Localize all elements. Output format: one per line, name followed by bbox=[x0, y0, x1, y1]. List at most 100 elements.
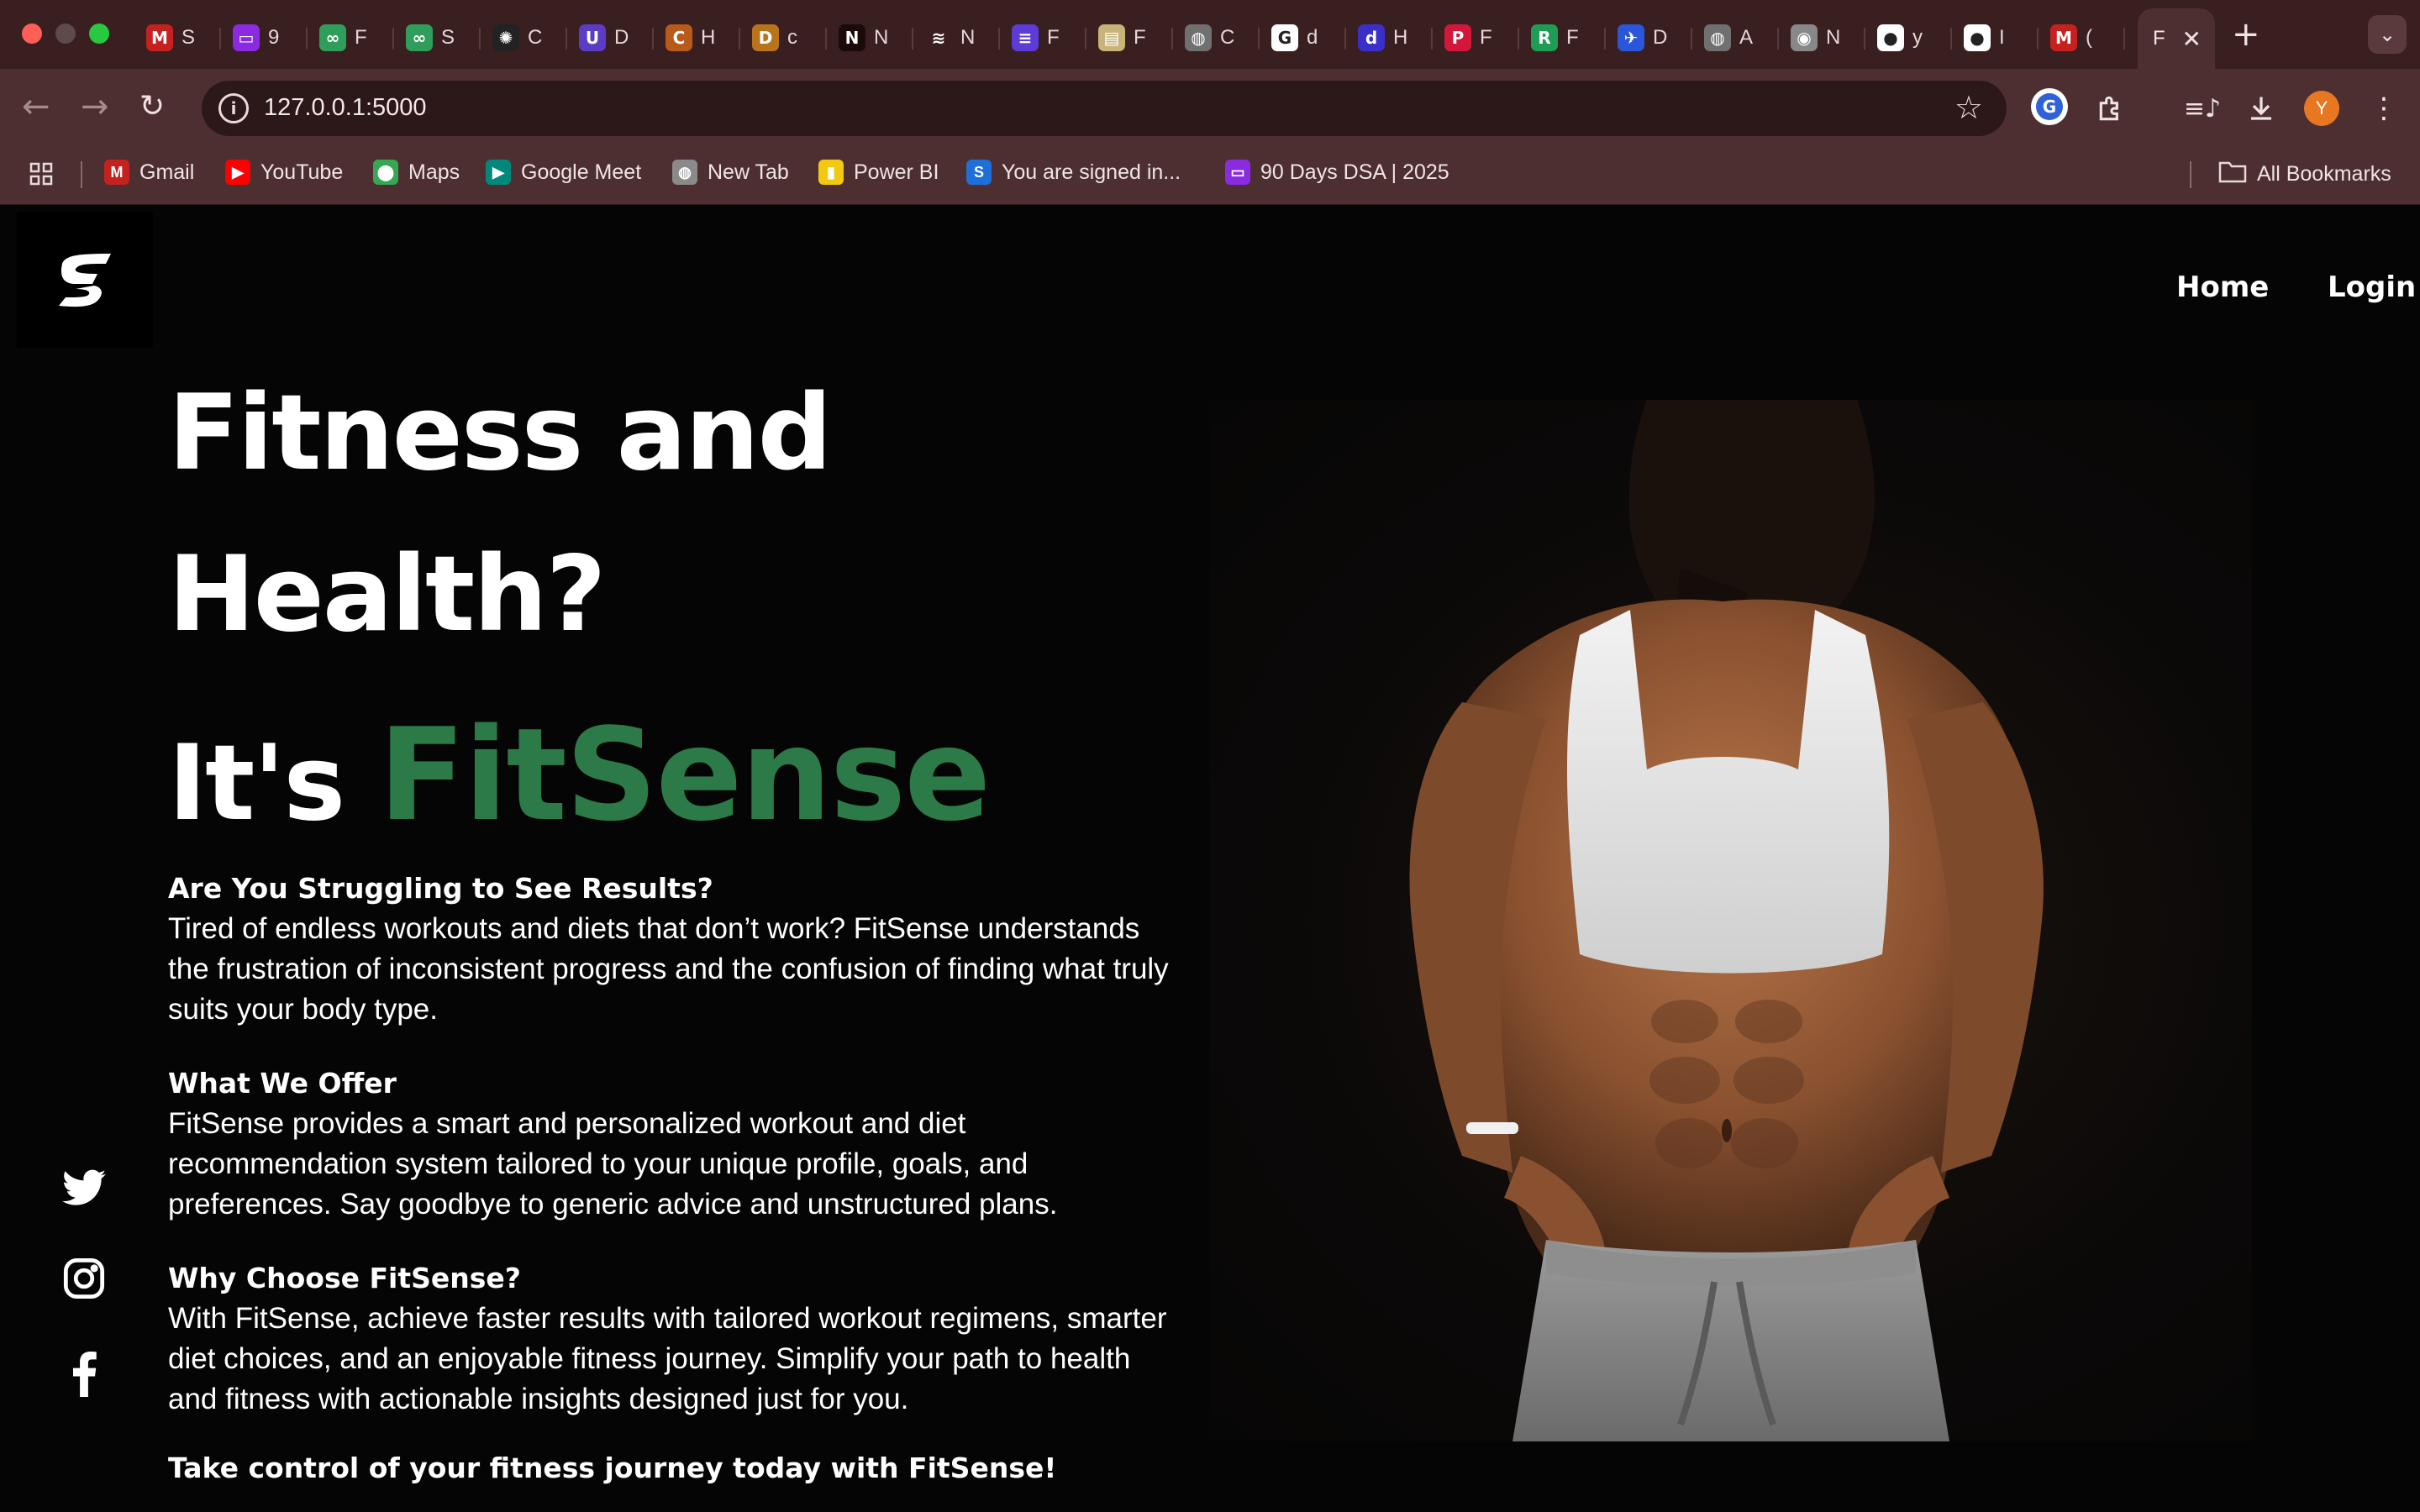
gmail-icon: M bbox=[146, 24, 173, 51]
svg-text:G: G bbox=[2043, 97, 2056, 117]
instagram-icon[interactable] bbox=[60, 1255, 108, 1302]
chrome-icon: ◉ bbox=[1791, 24, 1818, 51]
hero-title-line-2: Health? bbox=[168, 534, 607, 655]
fitsense-logo-icon bbox=[59, 254, 111, 307]
back-button[interactable]: ← bbox=[22, 87, 50, 126]
bookmarks-bar: M Gmail ▶ YouTube ⬤ Maps ▶ Google Meet ◍ New Tab ▮… bbox=[0, 146, 2420, 205]
bookmark-divider bbox=[81, 161, 82, 188]
section-body: With FitSense, achieve faster results wi… bbox=[168, 1302, 1167, 1415]
browser-tab[interactable]: ▤ F bbox=[1086, 14, 1173, 61]
netflix-icon: N bbox=[839, 24, 865, 51]
media-queue-icon[interactable]: ≡♪ bbox=[2183, 89, 2222, 128]
globe-icon: ◍ bbox=[1185, 24, 1212, 51]
twitter-icon[interactable] bbox=[60, 1164, 108, 1211]
bookmark-divider bbox=[2190, 161, 2191, 188]
browser-tab[interactable]: ∞ F bbox=[308, 14, 394, 61]
window-close-button[interactable] bbox=[22, 24, 42, 44]
facebook-icon[interactable] bbox=[60, 1351, 108, 1398]
tab-active[interactable]: F ✕ bbox=[2138, 8, 2215, 69]
google-icon: G bbox=[1271, 24, 1298, 51]
tab-search-button[interactable]: ⌄ bbox=[2368, 15, 2407, 54]
close-icon[interactable]: ✕ bbox=[2182, 25, 2202, 53]
browser-tab[interactable]: ● I bbox=[1952, 14, 2039, 61]
url-text[interactable]: 127.0.0.1:5000 bbox=[264, 94, 427, 122]
site-info-icon[interactable]: i bbox=[218, 93, 249, 123]
screen-icon: ▭ bbox=[233, 24, 260, 51]
bookmark-label: 90 Days DSA | 2025 bbox=[1260, 160, 1449, 184]
folder-icon bbox=[2218, 160, 2247, 189]
bookmark-star-icon[interactable]: ☆ bbox=[1954, 89, 1983, 126]
bookmark-item[interactable]: M Gmail bbox=[104, 160, 194, 185]
browser-tab[interactable]: ▭ 9 bbox=[221, 14, 308, 61]
bookmark-item[interactable]: ◍ New Tab bbox=[672, 160, 789, 185]
browser-tab[interactable]: CH bbox=[654, 14, 740, 61]
window-zoom-button[interactable] bbox=[89, 24, 109, 44]
new-tab-button[interactable]: + bbox=[2232, 15, 2260, 54]
browser-tab[interactable]: PF bbox=[1433, 14, 1519, 61]
section-body: FitSense provides a smart and personaliz… bbox=[168, 1107, 1058, 1221]
meet-icon: ▶ bbox=[486, 160, 511, 185]
reload-button[interactable]: ↻ bbox=[139, 89, 165, 123]
address-bar[interactable]: i 127.0.0.1:5000 ☆ bbox=[202, 81, 2007, 136]
apps-grid-icon[interactable] bbox=[29, 161, 54, 186]
circle-icon: C bbox=[666, 24, 692, 51]
bookmark-item[interactable]: ▮ Power BI bbox=[818, 160, 939, 185]
browser-tab[interactable]: ◍ C bbox=[1173, 14, 1260, 61]
section-body: Tired of endless workouts and diets that… bbox=[168, 912, 1169, 1026]
r-icon: R bbox=[1531, 24, 1558, 51]
browser-tab[interactable]: ≡ F bbox=[1000, 14, 1086, 61]
powerbi-icon: ▮ bbox=[818, 160, 844, 185]
fitsense-page: Home Login Fitness and Health? It's FitS… bbox=[0, 205, 2420, 1512]
card-icon: ▤ bbox=[1098, 24, 1125, 51]
tab-title: H bbox=[1393, 26, 1408, 49]
browser-tab[interactable]: ● y bbox=[1865, 14, 1952, 61]
tab-title: N bbox=[874, 26, 889, 49]
bookmark-item[interactable]: ▶ Google Meet bbox=[486, 160, 641, 185]
browser-tab[interactable]: M( bbox=[2039, 14, 2125, 61]
github-icon: ● bbox=[1877, 24, 1904, 51]
tab-title: N bbox=[960, 26, 976, 49]
browser-tab[interactable]: RF bbox=[1519, 14, 1606, 61]
browser-tab[interactable]: dH bbox=[1346, 14, 1433, 61]
bookmark-item[interactable]: ▭ 90 Days DSA | 2025 bbox=[1225, 160, 1449, 185]
tab-title: c bbox=[787, 26, 797, 49]
extension-g-icon[interactable]: G bbox=[2030, 87, 2069, 126]
browser-tab[interactable]: MS bbox=[134, 14, 221, 61]
forward-button[interactable]: → bbox=[81, 87, 109, 126]
browser-tab[interactable]: ≋ N bbox=[913, 14, 1000, 61]
browser-tab[interactable]: ✺ C bbox=[481, 14, 567, 61]
tab-title: C bbox=[1220, 26, 1235, 49]
github-icon: ● bbox=[1964, 24, 1991, 51]
bookmark-label: You are signed in... bbox=[1002, 160, 1181, 184]
all-bookmarks-label: All Bookmarks bbox=[2257, 162, 2391, 186]
all-bookmarks-button[interactable]: All Bookmarks bbox=[2218, 160, 2391, 189]
menu-kebab-icon[interactable]: ⋮ bbox=[2365, 89, 2403, 128]
shield-icon: U bbox=[579, 24, 606, 51]
bookmark-item[interactable]: S You are signed in... bbox=[966, 160, 1181, 185]
profile-avatar[interactable]: Y bbox=[2302, 89, 2341, 128]
browser-tab[interactable]: Dc bbox=[740, 14, 827, 61]
bookmark-item[interactable]: ▶ YouTube bbox=[225, 160, 343, 185]
browser-tab[interactable]: ◍ A bbox=[1692, 14, 1779, 61]
hero-title-line-1: Fitness and bbox=[168, 373, 832, 494]
bookmark-item[interactable]: ⬤ Maps bbox=[373, 160, 460, 185]
section-heading: Why Choose FitSense? bbox=[168, 1262, 521, 1294]
browser-tab[interactable]: ✈ D bbox=[1606, 14, 1692, 61]
browser-tab[interactable]: Gd bbox=[1260, 14, 1346, 61]
bookmark-label: Maps bbox=[408, 160, 460, 184]
section-why: Why Choose FitSense? With FitSense, achi… bbox=[168, 1258, 1176, 1420]
browser-tab[interactable]: ∞ S bbox=[394, 14, 481, 61]
browser-tab[interactable]: ◉ N bbox=[1779, 14, 1865, 61]
nav-login-link[interactable]: Login bbox=[2328, 270, 2416, 304]
globe-icon: ◍ bbox=[1704, 24, 1731, 51]
window-minimize-button[interactable] bbox=[55, 24, 76, 44]
nav-home-link[interactable]: Home bbox=[2176, 270, 2269, 304]
download-icon[interactable] bbox=[2242, 89, 2281, 128]
tab-title: F bbox=[1134, 26, 1146, 49]
fitsense-logo[interactable] bbox=[17, 212, 153, 348]
hero-its-text: It's bbox=[168, 723, 379, 844]
extensions-puzzle-icon[interactable] bbox=[2092, 89, 2131, 128]
browser-tab[interactable]: NN bbox=[827, 14, 913, 61]
browser-tab[interactable]: UD bbox=[567, 14, 654, 61]
bookmark-label: YouTube bbox=[260, 160, 344, 184]
